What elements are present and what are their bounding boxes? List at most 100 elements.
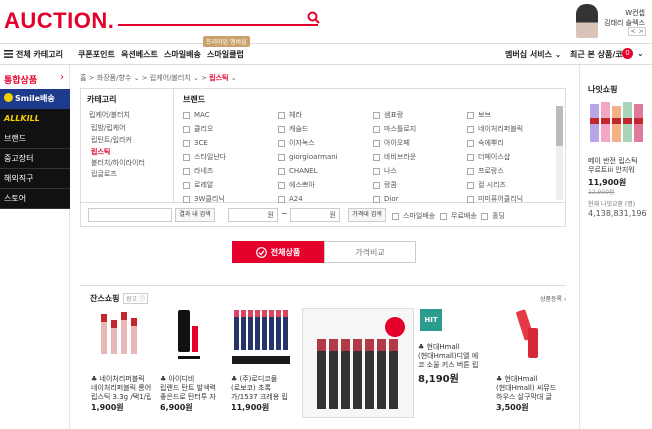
- checkbox-icon[interactable]: [467, 111, 474, 119]
- product-name[interactable]: 코 소울 키스 버튼 립: [418, 361, 482, 370]
- search-input[interactable]: [118, 24, 318, 26]
- product-name[interactable]: (로보코) 초록: [231, 384, 291, 393]
- banner-prev-button[interactable]: <: [630, 28, 635, 35]
- checkbox-icon[interactable]: [373, 195, 380, 203]
- checkbox-icon[interactable]: [467, 153, 474, 161]
- brand-checkbox[interactable]: 더페이스샵: [467, 150, 523, 164]
- product-image[interactable]: [498, 306, 558, 366]
- checkbox-icon[interactable]: [278, 195, 285, 203]
- sidebar-item-brand[interactable]: 브랜드: [0, 129, 70, 149]
- brand-checkbox[interactable]: 스타일난다: [183, 150, 226, 164]
- product-name[interactable]: (현대Hmall) 씨뮤드: [496, 384, 556, 393]
- brand-checkbox[interactable]: 네이처리퍼블릭: [467, 122, 523, 136]
- product-image[interactable]: [158, 306, 218, 366]
- category-item[interactable]: 립글로즈: [91, 169, 117, 179]
- checkbox-icon[interactable]: [373, 167, 380, 175]
- checkbox-icon[interactable]: [481, 212, 488, 220]
- tab-all-products[interactable]: 전체상품: [232, 241, 324, 263]
- product-card[interactable]: ♣ 아이디비 립랜드 탄트 발색력 좋은드로 탄터투 자 6,900원: [160, 375, 220, 413]
- recent-viewed-label[interactable]: 최근 본 상품/코너: [570, 49, 630, 60]
- banner-next-button[interactable]: >: [638, 28, 643, 35]
- product-image[interactable]: [93, 306, 153, 366]
- product-name[interactable]: 립랜드 탄트 발색력: [160, 384, 220, 393]
- sidebar-title[interactable]: 통합상품: [4, 73, 37, 86]
- product-name[interactable]: 하우스 살구막대 글: [496, 393, 556, 402]
- brand-checkbox[interactable]: 프로랑스: [467, 164, 523, 178]
- product-image[interactable]: [230, 306, 290, 366]
- checkbox-icon[interactable]: [440, 212, 447, 220]
- brand-checkbox[interactable]: 나스: [373, 164, 416, 178]
- breadcrumb-item-cosmetics[interactable]: 화장품/향수: [97, 74, 132, 82]
- brand-checkbox[interactable]: 랑콤: [373, 178, 416, 192]
- checkbox-icon[interactable]: [392, 212, 399, 220]
- banner-brand[interactable]: W컨셉: [603, 8, 645, 18]
- search-in-result-button[interactable]: 결과 내 검색: [175, 208, 215, 222]
- checkbox-icon[interactable]: [278, 167, 285, 175]
- checkbox-icon[interactable]: [183, 125, 190, 133]
- checkbox-icon[interactable]: [278, 125, 285, 133]
- checkbox-icon[interactable]: [183, 153, 190, 161]
- checkbox-icon[interactable]: [183, 181, 190, 189]
- keyword-input[interactable]: [88, 208, 172, 222]
- checkbox-icon[interactable]: [373, 125, 380, 133]
- price-search-button[interactable]: 가격대 검색: [348, 208, 386, 222]
- brand-checkbox[interactable]: 로레알: [183, 178, 226, 192]
- brand-checkbox[interactable]: 컬 시리즈: [467, 178, 523, 192]
- free-shipping-filter[interactable]: 무료배송: [440, 211, 477, 221]
- checkbox-icon[interactable]: [183, 111, 190, 119]
- chevron-down-icon[interactable]: ⌄: [637, 49, 644, 58]
- auction-logo[interactable]: AUCTION.: [4, 8, 114, 34]
- category-item[interactable]: 립틴트/립라커: [91, 135, 132, 145]
- product-name[interactable]: 네이처리퍼블릭 롱어: [91, 384, 151, 393]
- category-item-active[interactable]: 립스틱: [91, 147, 110, 157]
- gnb-item-coupon[interactable]: 쿠폰포인트: [78, 49, 115, 60]
- menu-icon[interactable]: [4, 50, 13, 58]
- breadcrumb-item-lipcare[interactable]: 립케어/볼터치: [150, 74, 191, 82]
- featured-product-image[interactable]: [302, 308, 414, 418]
- gnb-item-smile-club[interactable]: 스마일클럽: [207, 49, 244, 60]
- checkbox-icon[interactable]: [278, 181, 285, 189]
- tab-price-compare[interactable]: 가격비교: [324, 241, 416, 263]
- brand-checkbox[interactable]: 3CE: [183, 136, 226, 150]
- chevron-right-icon[interactable]: ›: [60, 72, 64, 83]
- breadcrumb-home[interactable]: 홈: [80, 74, 86, 82]
- sidebar-item-used[interactable]: 중고장터: [0, 149, 70, 169]
- product-name[interactable]: 립스틱 3.3g /택1/립: [91, 393, 151, 402]
- sidebar-item-global[interactable]: 해외직구: [0, 169, 70, 189]
- brand-checkbox[interactable]: 클리오: [183, 122, 226, 136]
- checkbox-icon[interactable]: [373, 153, 380, 161]
- product-card[interactable]: ♣ 현대Hmall (현대Hmall)디엘 에 코 소울 키스 버튼 립 8,1…: [418, 343, 482, 385]
- checkbox-icon[interactable]: [467, 167, 474, 175]
- ad-badge[interactable]: 광고 ⓘ: [123, 293, 148, 304]
- brand-checkbox[interactable]: 숙에뿌리: [467, 136, 523, 150]
- brand-scrollbar[interactable]: [556, 106, 563, 200]
- sidebar-item-store[interactable]: 스토어: [0, 189, 70, 209]
- checkbox-icon[interactable]: [278, 139, 285, 147]
- brand-checkbox[interactable]: 샘표랑: [373, 108, 416, 122]
- brand-checkbox[interactable]: 바비브라운: [373, 150, 416, 164]
- gnb-item-smile-delivery[interactable]: 스마일배송: [164, 49, 201, 60]
- breadcrumb-item-lipstick[interactable]: 립스틱: [209, 74, 228, 82]
- checkbox-icon[interactable]: [467, 195, 474, 203]
- brand-checkbox[interactable]: 이자녹스: [278, 136, 338, 150]
- product-name[interactable]: 좋은드로 탄터투 자: [160, 393, 220, 402]
- register-product-link[interactable]: 상품등록 ›: [540, 294, 566, 303]
- checkbox-icon[interactable]: [373, 181, 380, 189]
- checkbox-icon[interactable]: [183, 195, 190, 203]
- checkbox-icon[interactable]: [183, 167, 190, 175]
- brand-checkbox[interactable]: 마스틀로지: [373, 122, 416, 136]
- all-category-button[interactable]: 전체 카테고리: [16, 49, 63, 60]
- smile-delivery-filter[interactable]: 스마일배송: [392, 211, 435, 221]
- product-card[interactable]: ♣ 네이처리퍼블릭 네이처리퍼블릭 롱어 립스틱 3.3g /택1/립 1,90…: [91, 375, 151, 413]
- sidebar-item-allkill[interactable]: ALLKILL: [0, 109, 70, 129]
- product-name[interactable]: 가/1537 크레용 립: [231, 393, 291, 402]
- sidebar-item-smile[interactable]: Smile배송: [0, 89, 70, 109]
- category-item[interactable]: 볼터치/하이라이터: [91, 158, 145, 168]
- right-product-image[interactable]: [588, 98, 644, 148]
- checkbox-icon[interactable]: [467, 125, 474, 133]
- brand-checkbox[interactable]: CHANEL: [278, 164, 338, 178]
- brand-checkbox[interactable]: 아이오페: [373, 136, 416, 150]
- checkbox-icon[interactable]: [278, 111, 285, 119]
- search-icon[interactable]: [307, 11, 320, 24]
- min-price-input[interactable]: 원: [228, 208, 278, 222]
